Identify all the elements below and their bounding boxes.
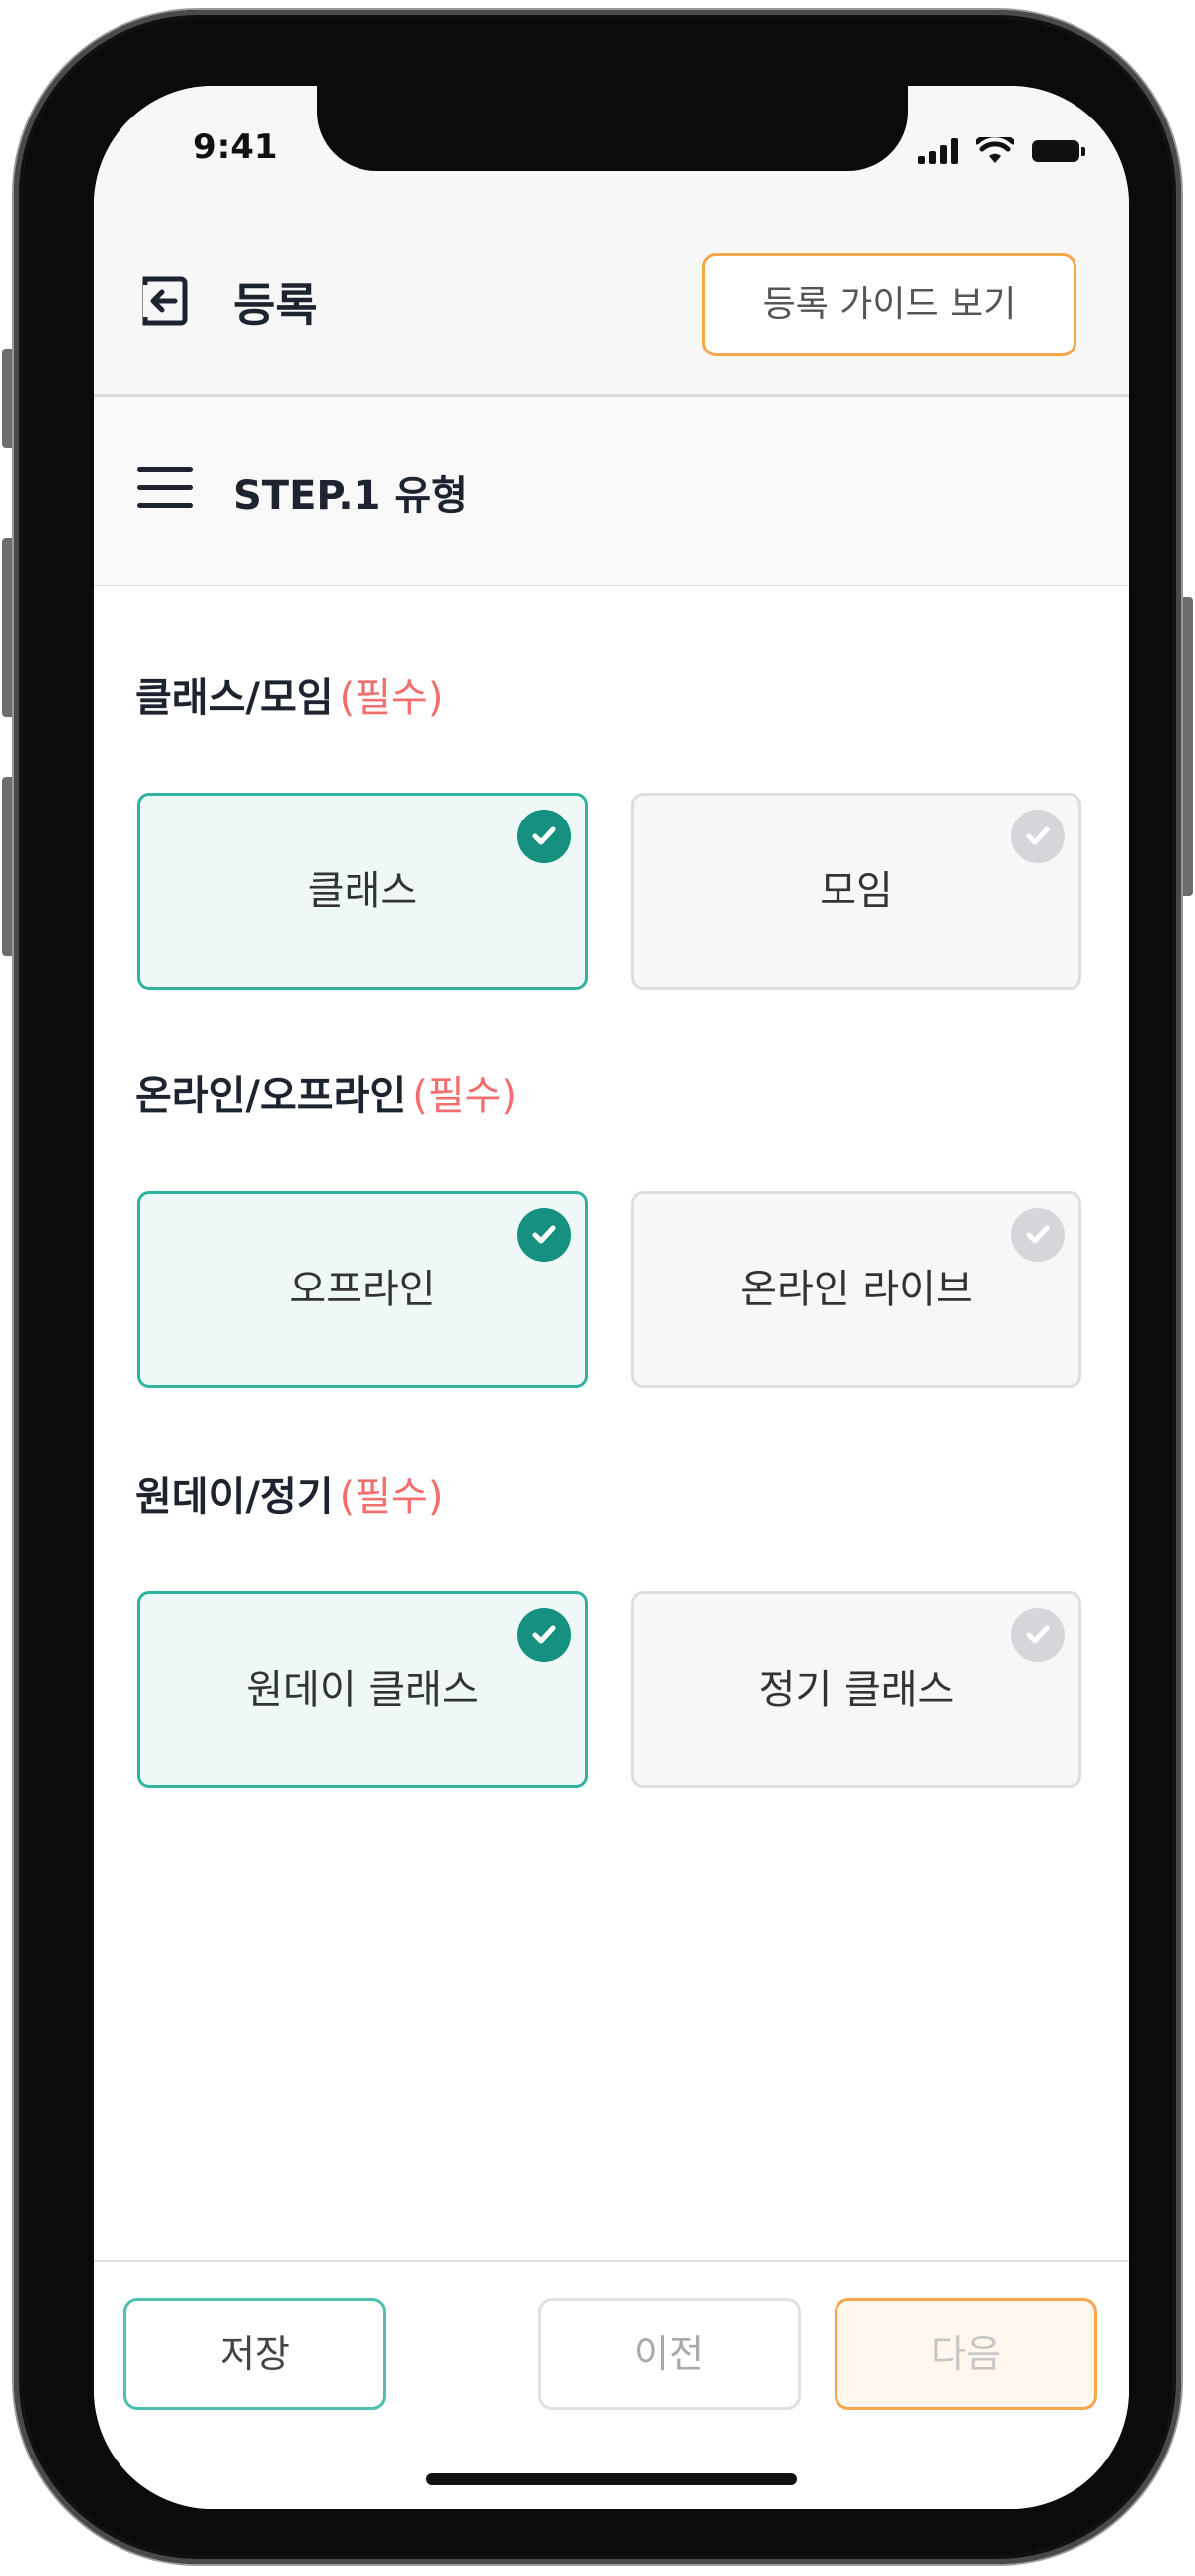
option-label: 오프라인 [289,1267,436,1312]
option-regular-class[interactable]: 정기 클래스 [631,1591,1081,1788]
footer-actions: 저장 이전 다음 [94,2260,1129,2509]
section-title: 클래스/모임 [131,665,338,727]
required-badge: (필수) [412,1073,518,1119]
step-title: STEP.1 유형 [233,473,468,519]
option-offline[interactable]: 오프라인 [137,1191,588,1388]
power-button [1179,597,1193,896]
check-circle-icon [1011,1208,1065,1262]
registration-guide-button[interactable]: 등록 가이드 보기 [702,253,1076,356]
camera-notch [317,86,908,171]
option-label: 정기 클래스 [758,1667,955,1713]
previous-button[interactable]: 이전 [538,2298,801,2410]
check-circle-icon [517,810,571,863]
check-circle-icon [1011,1608,1065,1662]
cellular-signal-icon [918,138,958,164]
option-online-live[interactable]: 온라인 라이브 [631,1191,1081,1388]
section-label-class-meeting: 클래스/모임 (필수) [131,665,444,727]
home-indicator[interactable] [426,2473,797,2485]
step-bar: STEP.1 유형 [94,397,1129,586]
screen: 9:41 등록 등록 가이드 보기 STEP.1 유형 클래스/모임 (필수) … [94,86,1129,2509]
battery-icon [1032,140,1085,162]
section-label-oneday-regular: 원데이/정기 (필수) [131,1464,444,1525]
option-oneday-class[interactable]: 원데이 클래스 [137,1591,588,1788]
status-time: 9:41 [193,127,278,167]
hamburger-menu-icon[interactable] [137,467,193,511]
check-circle-icon [517,1208,571,1262]
option-label: 클래스 [307,868,418,914]
app-header: 등록 등록 가이드 보기 [94,209,1129,397]
section-label-online-offline: 온라인/오프라인 (필수) [130,1063,518,1125]
device-mockup: 9:41 등록 등록 가이드 보기 STEP.1 유형 클래스/모임 (필수) … [0,0,1195,2576]
save-button[interactable]: 저장 [123,2298,386,2410]
required-badge: (필수) [339,1474,444,1520]
wifi-icon [976,137,1014,163]
option-label: 모임 [820,868,893,914]
check-circle-icon [517,1608,571,1662]
required-badge: (필수) [339,675,444,721]
page-title: 등록 [233,278,318,332]
next-button[interactable]: 다음 [835,2298,1097,2410]
option-class[interactable]: 클래스 [137,793,588,990]
section-title: 원데이/정기 [131,1464,338,1525]
section-title: 온라인/오프라인 [130,1063,411,1125]
exit-back-icon[interactable] [135,271,195,331]
check-circle-icon [1011,810,1065,863]
option-label: 원데이 클래스 [246,1667,479,1713]
phone-frame: 9:41 등록 등록 가이드 보기 STEP.1 유형 클래스/모임 (필수) … [14,10,1181,2564]
option-meeting[interactable]: 모임 [631,793,1081,990]
option-label: 온라인 라이브 [740,1267,973,1312]
status-icons [918,137,1085,165]
